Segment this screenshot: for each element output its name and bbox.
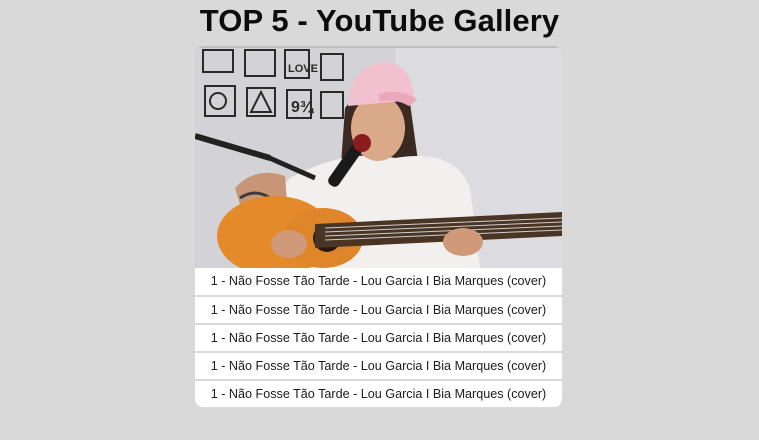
- list-item[interactable]: 1 - Não Fosse Tão Tarde - Lou Garcia I B…: [195, 379, 562, 407]
- page-title: TOP 5 - YouTube Gallery: [199, 3, 560, 38]
- video-thumbnail: 9¾ LOVE: [195, 48, 562, 268]
- list-item[interactable]: 1 - Não Fosse Tão Tarde - Lou Garcia I B…: [195, 323, 562, 351]
- list-item[interactable]: 1 - Não Fosse Tão Tarde - Lou Garcia I B…: [195, 295, 562, 323]
- list-item[interactable]: 1 - Não Fosse Tão Tarde - Lou Garcia I B…: [195, 351, 562, 379]
- video-list: 1 - Não Fosse Tão Tarde - Lou Garcia I B…: [195, 268, 562, 407]
- page: TOP 5 - YouTube Gallery 9¾ LOVE 1 - Não …: [0, 0, 759, 440]
- svg-text:9¾: 9¾: [291, 99, 315, 116]
- svg-text:LOVE: LOVE: [288, 63, 318, 75]
- list-item[interactable]: 1 - Não Fosse Tão Tarde - Lou Garcia I B…: [195, 268, 562, 295]
- youtube-gallery: 9¾ LOVE 1 - Não Fosse Tão Tarde - Lou Ga…: [195, 46, 562, 407]
- video-player[interactable]: 9¾ LOVE: [195, 46, 562, 268]
